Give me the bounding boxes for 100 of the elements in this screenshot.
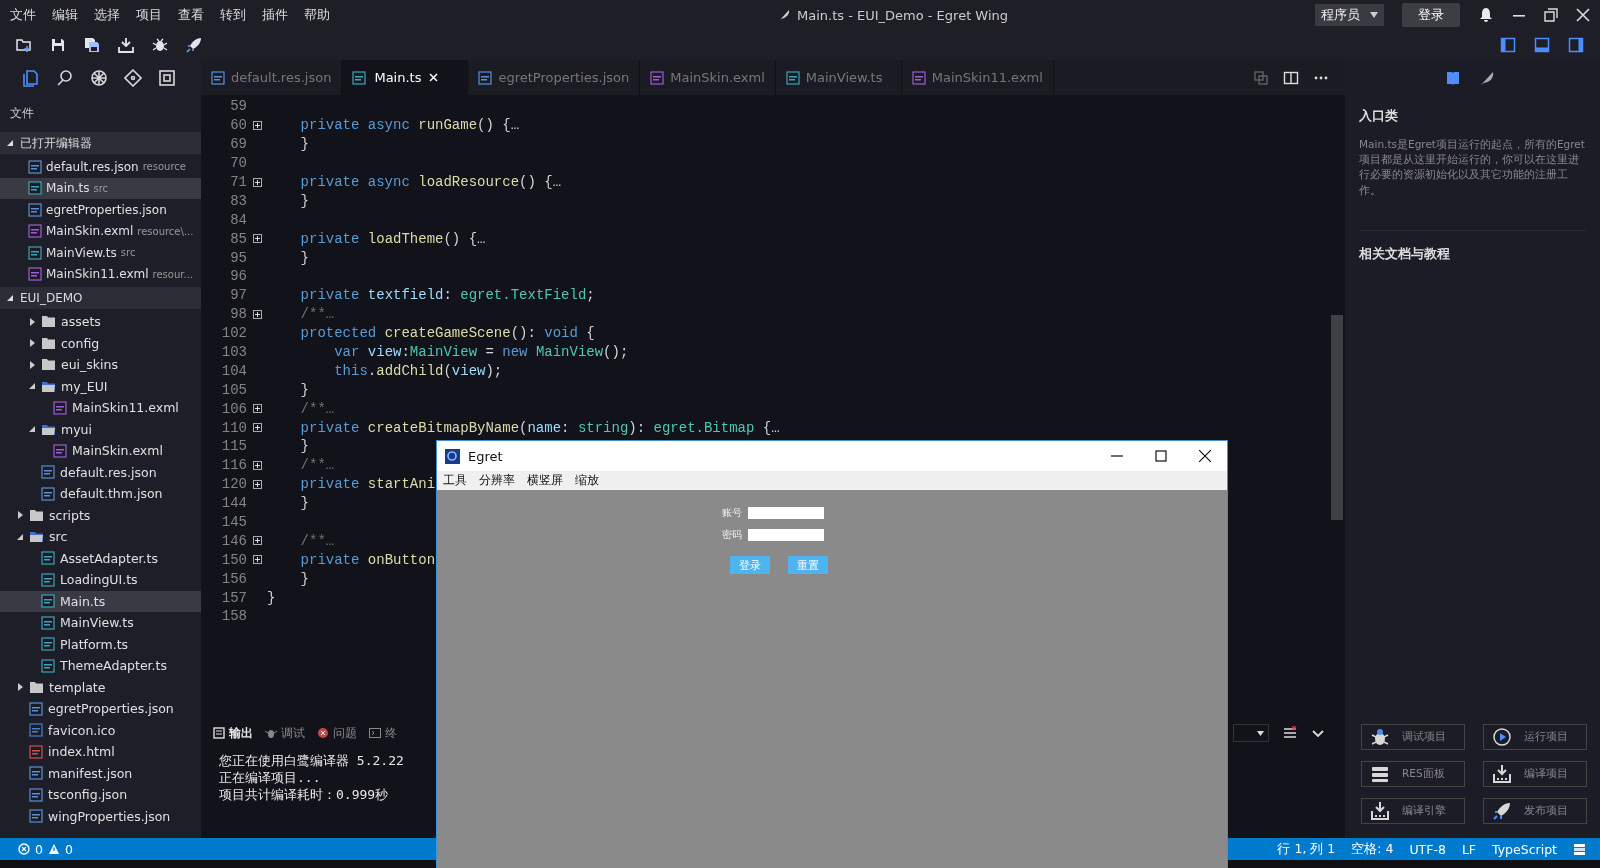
menu-item[interactable]: 文件 — [10, 6, 36, 24]
files-icon[interactable] — [22, 68, 40, 87]
close-icon[interactable] — [1199, 450, 1211, 462]
status-item[interactable]: LF — [1461, 841, 1477, 857]
editor-tab[interactable]: MainSkin.exml — [640, 60, 776, 95]
menu-item[interactable]: 帮助 — [304, 6, 330, 24]
save-all-icon[interactable] — [84, 37, 100, 53]
expand-icon[interactable] — [252, 177, 262, 187]
open-editor-item[interactable]: Main.ts src — [0, 177, 201, 199]
tree-item[interactable]: config — [0, 332, 201, 354]
tree-item[interactable]: assets — [0, 311, 201, 333]
tree-item[interactable]: ThemeAdapter.ts — [0, 655, 201, 677]
clear-output-icon[interactable] — [1283, 726, 1297, 740]
caret-icon[interactable] — [28, 382, 36, 391]
tree-item[interactable]: tsconfig.json — [0, 784, 201, 806]
panel-tab[interactable]: 问题 — [317, 724, 357, 742]
menu-item[interactable]: 选择 — [94, 6, 120, 24]
open-editor-item[interactable]: egretProperties.json — [0, 199, 201, 221]
login-button[interactable]: 登录 — [1402, 3, 1460, 27]
action-button[interactable]: 运行项目 — [1483, 724, 1587, 750]
menu-item[interactable]: 转到 — [220, 6, 246, 24]
caret-icon[interactable] — [28, 425, 36, 434]
expand-icon[interactable] — [252, 120, 262, 130]
expand-icon[interactable] — [252, 309, 262, 319]
expand-icon[interactable] — [252, 423, 262, 433]
status-item[interactable]: 行 1, 列 1 — [1277, 840, 1336, 858]
split-icon[interactable] — [1283, 69, 1299, 86]
tree-item[interactable]: egretProperties.json — [0, 698, 201, 720]
menu-item[interactable]: 插件 — [262, 6, 288, 24]
caret-icon[interactable] — [16, 511, 24, 520]
search-icon[interactable] — [56, 68, 74, 87]
menu-item[interactable]: 横竖屏 — [527, 472, 563, 489]
menu-item[interactable]: 分辨率 — [479, 472, 515, 489]
editor-tab[interactable]: MainSkin11.exml — [901, 60, 1054, 95]
download-icon[interactable] — [118, 37, 134, 53]
expand-icon[interactable] — [252, 479, 262, 489]
tree-item[interactable]: default.res.json — [0, 461, 201, 483]
expand-icon[interactable] — [252, 460, 262, 470]
tree-item[interactable]: wingProperties.json — [0, 805, 201, 827]
bug-icon[interactable] — [152, 37, 168, 53]
warning-count[interactable]: 0 — [64, 841, 73, 857]
channel-dropdown[interactable] — [1233, 724, 1269, 742]
caret-icon[interactable] — [28, 317, 36, 326]
tree-item[interactable]: Platform.ts — [0, 633, 201, 655]
action-button[interactable]: 调试项目 — [1361, 724, 1465, 750]
expand-icon[interactable] — [252, 234, 262, 244]
status-item[interactable]: TypeScript — [1492, 841, 1557, 857]
editor-tab[interactable]: Main.ts — [342, 60, 469, 95]
scrollbar[interactable] — [1331, 315, 1343, 520]
menu-item[interactable]: 工具 — [443, 472, 467, 489]
action-button[interactable]: RES面板 — [1361, 761, 1465, 787]
caret-icon[interactable] — [28, 339, 36, 348]
tree-item[interactable]: favicon.ico — [0, 719, 201, 741]
tree-item[interactable]: template — [0, 676, 201, 698]
panel-tab[interactable]: 输出 — [213, 724, 253, 742]
tree-item[interactable]: Main.ts — [0, 590, 201, 612]
bell-icon[interactable] — [1478, 7, 1494, 23]
layout-icon[interactable] — [1500, 37, 1516, 53]
feedback-icon[interactable] — [1573, 842, 1586, 856]
caret-icon[interactable] — [28, 360, 36, 369]
rocket-icon[interactable] — [186, 37, 202, 53]
status-item[interactable]: 空格: 4 — [1351, 840, 1394, 858]
menu-item[interactable]: 编辑 — [52, 6, 78, 24]
tree-item[interactable]: default.thm.json — [0, 483, 201, 505]
action-button[interactable]: 编译引擎 — [1361, 798, 1465, 824]
tree-item[interactable]: LoadingUI.ts — [0, 569, 201, 591]
editor-tab[interactable]: MainView.ts — [775, 60, 902, 95]
tree-item[interactable]: eui_skins — [0, 354, 201, 376]
tree-item[interactable]: myui — [0, 418, 201, 440]
open-editor-item[interactable]: default.res.json resource — [0, 156, 201, 178]
tree-item[interactable]: src — [0, 526, 201, 548]
expand-icon[interactable] — [252, 555, 262, 565]
tree-item[interactable]: my_EUI — [0, 375, 201, 397]
tree-item[interactable]: index.html — [0, 741, 201, 763]
action-button[interactable]: 编译项目 — [1483, 761, 1587, 787]
expand-icon[interactable] — [252, 536, 262, 546]
save-icon[interactable] — [50, 37, 66, 53]
panel-tab[interactable]: 调试 — [265, 724, 305, 742]
open-editor-item[interactable]: MainSkin.exml resource\... — [0, 220, 201, 242]
panel-tab[interactable]: 终 — [369, 724, 397, 742]
copy-icon[interactable] — [1253, 69, 1269, 86]
role-dropdown[interactable]: 程序员 — [1315, 4, 1384, 26]
tree-item[interactable]: scripts — [0, 504, 201, 526]
menu-item[interactable]: 缩放 — [575, 472, 599, 489]
tree-item[interactable]: MainSkin.exml — [0, 440, 201, 462]
action-button[interactable]: 发布项目 — [1483, 798, 1587, 824]
caret-icon[interactable] — [16, 683, 24, 692]
input-field[interactable] — [748, 507, 824, 519]
expand-icon[interactable] — [252, 404, 262, 414]
status-item[interactable]: UTF-8 — [1409, 841, 1446, 857]
layout-icon[interactable] — [1534, 37, 1550, 53]
error-count[interactable]: 0 — [35, 841, 43, 857]
section-header[interactable]: EUI_DEMO — [0, 287, 201, 309]
tree-item[interactable]: AssetAdapter.ts — [0, 547, 201, 569]
editor-tab[interactable]: egretProperties.json — [468, 60, 641, 95]
tree-item[interactable]: MainSkin11.exml — [0, 397, 201, 419]
new-folder-icon[interactable] — [16, 37, 32, 53]
input-field[interactable] — [748, 529, 824, 541]
menu-item[interactable]: 查看 — [178, 6, 204, 24]
layout-icon[interactable] — [1568, 37, 1584, 53]
